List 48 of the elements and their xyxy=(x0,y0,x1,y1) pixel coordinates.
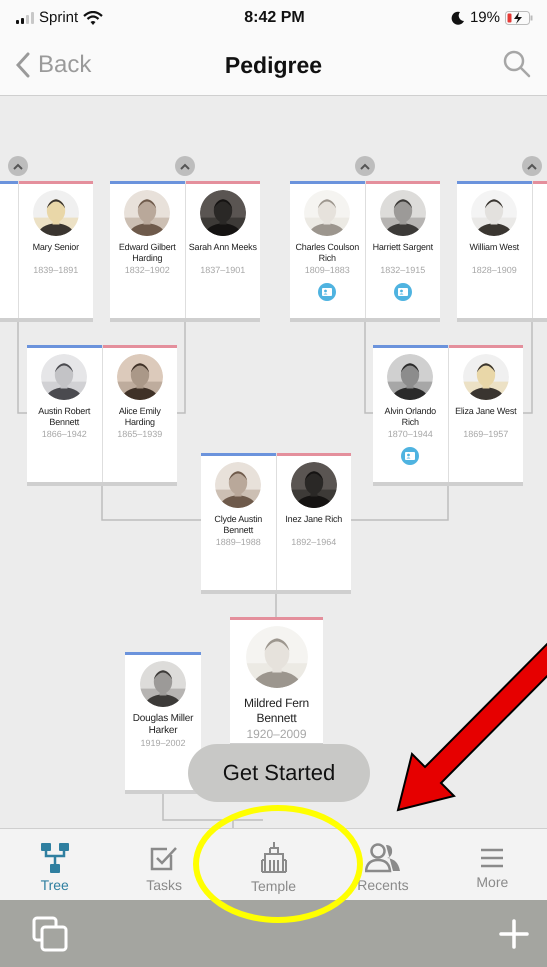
person-card[interactable]: Douglas Miller Harker 1919–2002 xyxy=(125,652,201,790)
person-card[interactable]: Clyde Austin Bennett 1889–1988 xyxy=(201,453,276,590)
life-years: 1832–1902 xyxy=(124,265,170,275)
person-name: Austin Robert Bennett xyxy=(37,406,92,428)
person-card[interactable]: Sarah Ann Meeks 1837–1901 xyxy=(184,181,260,318)
person-name: Douglas Miller Harker xyxy=(132,713,194,737)
person-name: Clyde Austin Bennett xyxy=(213,514,264,536)
life-years: 1889–1988 xyxy=(216,537,261,547)
life-years: 1892–1964 xyxy=(291,537,336,547)
person-card[interactable]: Alvin Orlando Rich 1870–1944 xyxy=(373,345,448,482)
person-name: William West xyxy=(468,242,520,254)
person-name: Edward Gilbert Harding xyxy=(118,242,177,264)
life-years: 1809–1883 xyxy=(304,265,350,275)
person-name: Eliza Jane West xyxy=(454,406,518,418)
person-card[interactable]: Charles Coulson Rich 1809–1883 xyxy=(290,181,364,318)
person-name: Sarah Ann Meeks xyxy=(188,242,258,254)
person-card[interactable]: Austin Robert Bennett 1866–1942 xyxy=(27,345,102,482)
person-card[interactable]: Harriett Sargent 1832–1915 xyxy=(364,181,440,318)
person-card[interactable]: Mary Senior 1839–1891 xyxy=(18,181,93,318)
person-card[interactable]: Mildred Fern Bennett 1920–2009 xyxy=(230,617,323,743)
person-name: Charles Coulson Rich xyxy=(294,242,360,264)
get-started-button[interactable]: Get Started xyxy=(188,744,370,802)
clock-time: 8:42 PM xyxy=(244,8,305,26)
person-name: Harriett Sargent xyxy=(372,242,434,254)
life-years: 1919–2002 xyxy=(140,738,186,748)
person-card[interactable]: Alice Emily Harding 1865–1939 xyxy=(102,345,177,482)
person-name: Mary Senior xyxy=(32,242,80,254)
person-name: Inez Jane Rich xyxy=(284,514,344,526)
person-card[interactable]: Inez Jane Rich 1892–1964 xyxy=(276,453,351,590)
person-name: Mildred Fern Bennett xyxy=(243,696,310,726)
person-name: Alvin Orlando Rich xyxy=(384,406,437,428)
life-years: 1865–1939 xyxy=(117,429,162,439)
life-years: 1866–1942 xyxy=(42,429,87,439)
life-years: 1870–1944 xyxy=(388,429,433,439)
carrier-name: Sprint xyxy=(39,9,78,26)
person-card[interactable]: Eliza Jane West 1869–1957 xyxy=(448,345,523,482)
life-years: 1837–1901 xyxy=(200,265,246,275)
life-years: 1869–1957 xyxy=(463,429,508,439)
life-years: 1920–2009 xyxy=(246,727,307,741)
person-card[interactable]: William West 1828–1909 xyxy=(457,181,532,318)
person-name: Alice Emily Harding xyxy=(118,406,162,428)
life-years: 1839–1891 xyxy=(33,265,78,275)
person-card[interactable]: Edward Gilbert Harding 1832–1902 xyxy=(110,181,184,318)
screen-title: Pedigree xyxy=(224,52,322,78)
life-years: 1832–1915 xyxy=(380,265,426,275)
life-years: 1828–1909 xyxy=(472,265,517,275)
tab[interactable]: Tree xyxy=(0,829,110,900)
battery-percent: 19% xyxy=(470,9,500,26)
